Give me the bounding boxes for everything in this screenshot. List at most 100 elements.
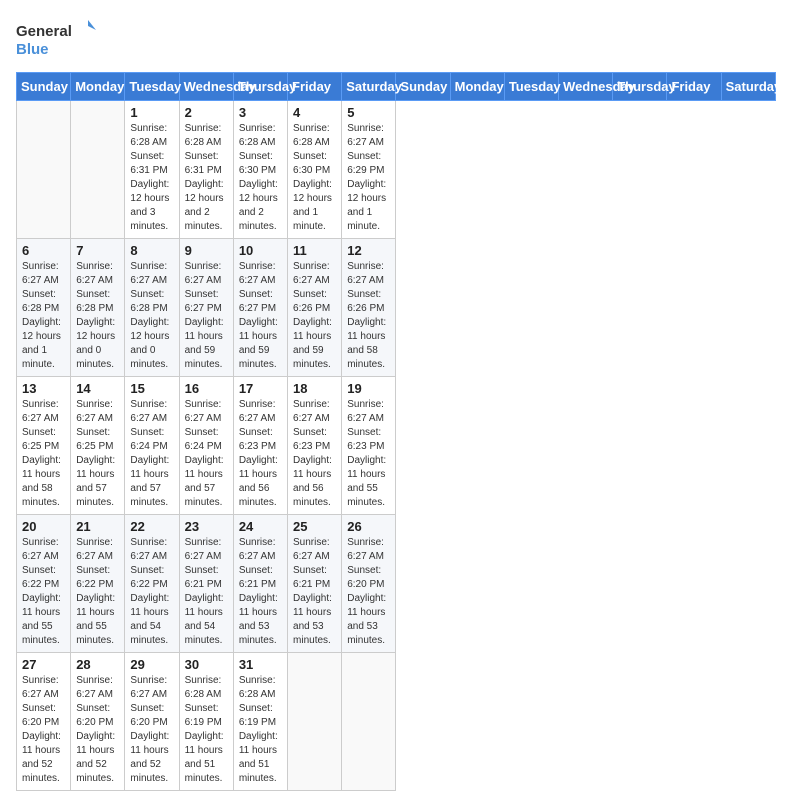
cell-info: Sunrise: 6:27 AM Sunset: 6:22 PM Dayligh… [76,536,119,648]
column-header-saturday: Saturday [342,73,396,101]
calendar-cell: 7 Sunrise: 6:27 AM Sunset: 6:28 PM Daylig… [71,239,125,377]
day-number: 27 [22,657,65,672]
cell-info: Sunrise: 6:27 AM Sunset: 6:22 PM Dayligh… [22,536,65,648]
column-header-friday: Friday [288,73,342,101]
day-number: 2 [185,105,228,120]
cell-info: Sunrise: 6:28 AM Sunset: 6:30 PM Dayligh… [239,122,282,234]
logo: General Blue [16,16,96,60]
day-number: 4 [293,105,336,120]
day-number: 19 [347,381,390,396]
calendar-cell [342,653,396,791]
calendar-cell: 29 Sunrise: 6:27 AM Sunset: 6:20 PM Dayli… [125,653,179,791]
day-number: 13 [22,381,65,396]
cell-info: Sunrise: 6:27 AM Sunset: 6:20 PM Dayligh… [347,536,390,648]
day-number: 23 [185,519,228,534]
calendar-cell: 5 Sunrise: 6:27 AM Sunset: 6:29 PM Daylig… [342,101,396,239]
cell-info: Sunrise: 6:27 AM Sunset: 6:20 PM Dayligh… [22,674,65,786]
calendar-cell: 15 Sunrise: 6:27 AM Sunset: 6:24 PM Dayli… [125,377,179,515]
cell-info: Sunrise: 6:27 AM Sunset: 6:25 PM Dayligh… [22,398,65,510]
calendar-cell: 22Sunrise: 6:27 AM Sunset: 6:22 PM Dayli… [125,515,179,653]
calendar-cell [288,653,342,791]
calendar-cell: 25 Sunrise: 6:27 AM Sunset: 6:21 PM Dayli… [288,515,342,653]
calendar-cell: 8 Sunrise: 6:27 AM Sunset: 6:28 PM Daylig… [125,239,179,377]
day-number: 30 [185,657,228,672]
day-number: 28 [76,657,119,672]
day-number: 26 [347,519,390,534]
svg-text:General: General [16,23,72,40]
cell-info: Sunrise: 6:28 AM Sunset: 6:19 PM Dayligh… [239,674,282,786]
calendar-header-row: SundayMondayTuesdayWednesdayThursdayFrid… [17,73,776,101]
cell-info: Sunrise: 6:27 AM Sunset: 6:21 PM Dayligh… [293,536,336,648]
day-number: 24 [239,519,282,534]
cell-info: Sunrise: 6:28 AM Sunset: 6:31 PM Dayligh… [185,122,228,234]
column-header-thursday: Thursday [233,73,287,101]
column-header-monday: Monday [450,73,504,101]
day-number: 1 [130,105,173,120]
day-number: 25 [293,519,336,534]
column-header-sunday: Sunday [396,73,450,101]
cell-info: Sunrise: 6:27 AM Sunset: 6:22 PM Dayligh… [130,536,173,648]
cell-info: Sunrise: 6:28 AM Sunset: 6:30 PM Dayligh… [293,122,336,234]
calendar-week-4: 20 Sunrise: 6:27 AM Sunset: 6:22 PM Dayli… [17,515,776,653]
cell-info: Sunrise: 6:27 AM Sunset: 6:26 PM Dayligh… [347,260,390,372]
day-number: 8 [130,243,173,258]
cell-info: Sunrise: 6:27 AM Sunset: 6:25 PM Dayligh… [76,398,119,510]
day-number: 15 [130,381,173,396]
calendar-cell: 4 Sunrise: 6:28 AM Sunset: 6:30 PM Daylig… [288,101,342,239]
day-number: 5 [347,105,390,120]
calendar-cell: 27 Sunrise: 6:27 AM Sunset: 6:20 PM Dayli… [17,653,71,791]
page-header: General Blue [16,16,776,60]
calendar-cell: 19 Sunrise: 6:27 AM Sunset: 6:23 PM Dayli… [342,377,396,515]
cell-info: Sunrise: 6:27 AM Sunset: 6:20 PM Dayligh… [76,674,119,786]
cell-info: Sunrise: 6:27 AM Sunset: 6:21 PM Dayligh… [239,536,282,648]
cell-info: Sunrise: 6:27 AM Sunset: 6:28 PM Dayligh… [76,260,119,372]
cell-info: Sunrise: 6:27 AM Sunset: 6:27 PM Dayligh… [185,260,228,372]
column-header-wednesday: Wednesday [179,73,233,101]
day-number: 18 [293,381,336,396]
cell-info: Sunrise: 6:27 AM Sunset: 6:23 PM Dayligh… [293,398,336,510]
calendar-week-5: 27 Sunrise: 6:27 AM Sunset: 6:20 PM Dayli… [17,653,776,791]
cell-info: Sunrise: 6:27 AM Sunset: 6:29 PM Dayligh… [347,122,390,234]
calendar-week-2: 6 Sunrise: 6:27 AM Sunset: 6:28 PM Daylig… [17,239,776,377]
day-number: 6 [22,243,65,258]
calendar-cell: 12 Sunrise: 6:27 AM Sunset: 6:26 PM Dayli… [342,239,396,377]
cell-info: Sunrise: 6:27 AM Sunset: 6:23 PM Dayligh… [347,398,390,510]
column-header-sunday: Sunday [17,73,71,101]
day-number: 20 [22,519,65,534]
cell-info: Sunrise: 6:27 AM Sunset: 6:24 PM Dayligh… [185,398,228,510]
cell-info: Sunrise: 6:27 AM Sunset: 6:28 PM Dayligh… [130,260,173,372]
calendar-cell: 20 Sunrise: 6:27 AM Sunset: 6:22 PM Dayli… [17,515,71,653]
day-number: 9 [185,243,228,258]
column-header-saturday: Saturday [721,73,775,101]
day-number: 7 [76,243,119,258]
day-number: 16 [185,381,228,396]
cell-info: Sunrise: 6:27 AM Sunset: 6:24 PM Dayligh… [130,398,173,510]
column-header-tuesday: Tuesday [125,73,179,101]
cell-info: Sunrise: 6:27 AM Sunset: 6:20 PM Dayligh… [130,674,173,786]
calendar-cell: 13 Sunrise: 6:27 AM Sunset: 6:25 PM Dayli… [17,377,71,515]
column-header-wednesday: Wednesday [559,73,613,101]
cell-info: Sunrise: 6:28 AM Sunset: 6:19 PM Dayligh… [185,674,228,786]
cell-info: Sunrise: 6:27 AM Sunset: 6:28 PM Dayligh… [22,260,65,372]
calendar-cell: 14Sunrise: 6:27 AM Sunset: 6:25 PM Dayli… [71,377,125,515]
calendar-cell: 28 Sunrise: 6:27 AM Sunset: 6:20 PM Dayli… [71,653,125,791]
day-number: 10 [239,243,282,258]
cell-info: Sunrise: 6:27 AM Sunset: 6:27 PM Dayligh… [239,260,282,372]
column-header-friday: Friday [667,73,721,101]
calendar-cell: 24 Sunrise: 6:27 AM Sunset: 6:21 PM Dayli… [233,515,287,653]
column-header-tuesday: Tuesday [504,73,558,101]
calendar-cell: 6 Sunrise: 6:27 AM Sunset: 6:28 PM Daylig… [17,239,71,377]
calendar-cell: 18 Sunrise: 6:27 AM Sunset: 6:23 PM Dayli… [288,377,342,515]
day-number: 12 [347,243,390,258]
column-header-thursday: Thursday [613,73,667,101]
calendar-cell: 3Sunrise: 6:28 AM Sunset: 6:30 PM Daylig… [233,101,287,239]
day-number: 21 [76,519,119,534]
day-number: 17 [239,381,282,396]
calendar-cell: 23Sunrise: 6:27 AM Sunset: 6:21 PM Dayli… [179,515,233,653]
cell-info: Sunrise: 6:28 AM Sunset: 6:31 PM Dayligh… [130,122,173,234]
calendar-cell: 17 Sunrise: 6:27 AM Sunset: 6:23 PM Dayli… [233,377,287,515]
calendar-cell [17,101,71,239]
calendar-cell [71,101,125,239]
cell-info: Sunrise: 6:27 AM Sunset: 6:23 PM Dayligh… [239,398,282,510]
day-number: 29 [130,657,173,672]
